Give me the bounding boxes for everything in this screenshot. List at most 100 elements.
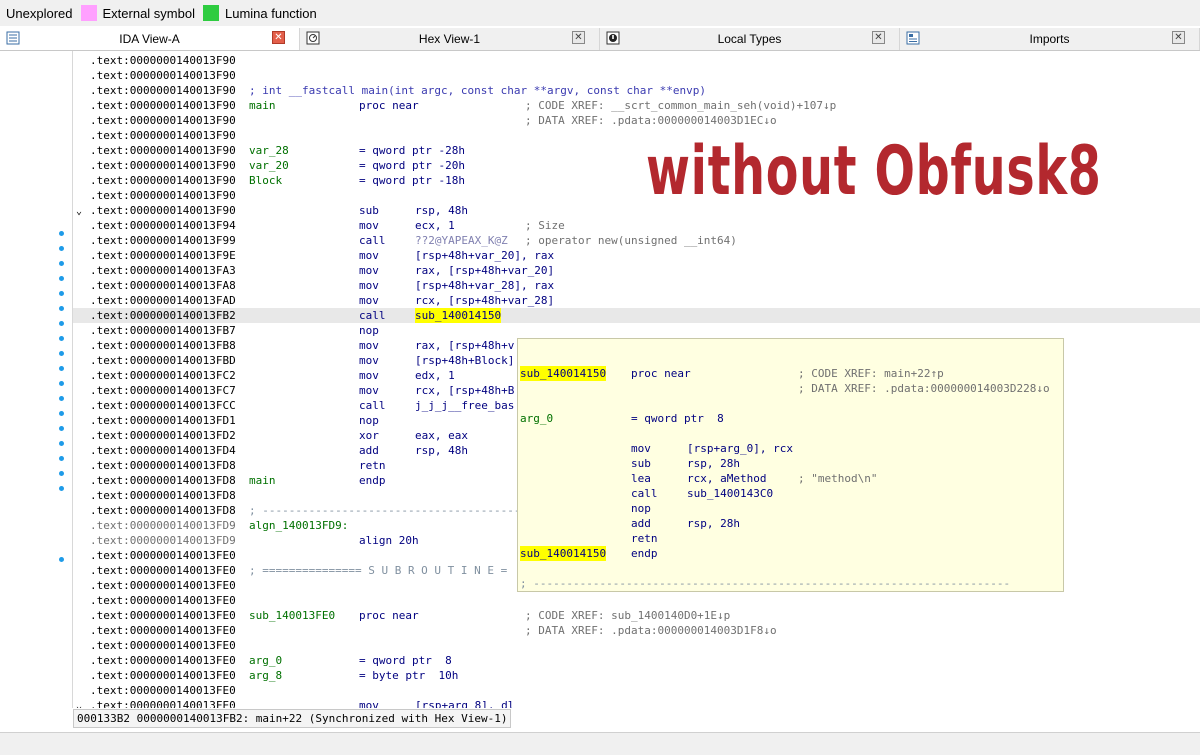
listing-line[interactable]: .text:0000000140013FE0 [73, 683, 1200, 698]
listing-line[interactable]: .text:0000000140013F9E mov [rsp+48h+var_20… [73, 248, 1200, 263]
line-mnemonic: = qword ptr 8 [359, 654, 452, 667]
line-mnemonic: mov [359, 384, 379, 397]
function-preview-popup: sub_140014150 proc near ; CODE XREF: main+… [517, 338, 1064, 592]
line-label: sub_140013FE0 [249, 609, 336, 622]
popup-xref-comment: ; "method\n" [798, 472, 878, 485]
listing-line[interactable]: .text:0000000140013F90 main proc near ; COD… [73, 98, 1200, 113]
line-operand: edx, 1 [415, 369, 455, 382]
listing-line[interactable]: .text:0000000140013FE0 ; DATA XREF: .pdat… [73, 623, 1200, 638]
line-mnemonic: sub [359, 204, 379, 217]
line-address: .text:0000000140013FB2 [90, 309, 236, 322]
listing-line[interactable]: .text:0000000140013FE0 [73, 593, 1200, 608]
popup-mnemonic: endp [631, 547, 658, 560]
line-mnemonic: mov [359, 369, 379, 382]
listing-line[interactable]: .text:0000000140013FA3 mov rax, [rsp+48h+v… [73, 263, 1200, 278]
popup-mnemonic: lea [631, 472, 651, 485]
line-address: .text:0000000140013F90 [90, 144, 236, 157]
line-address: .text:0000000140013FE0 [90, 549, 236, 562]
line-label: var_20 [249, 159, 289, 172]
listing-line[interactable]: .text:0000000140013F94 mov ecx, 1 ; Size [73, 218, 1200, 233]
tab-label: IDA View-A [119, 32, 180, 46]
line-address: .text:0000000140013FE0 [90, 579, 236, 592]
bottom-bar [0, 732, 1200, 755]
line-mnemonic: align 20h [359, 534, 419, 547]
listing-line[interactable]: .text:0000000140013F99 call ??2@YAPEAX_K@Z… [73, 233, 1200, 248]
flow-dot [59, 381, 64, 386]
listing-line[interactable]: .text:0000000140013FB7 nop [73, 323, 1200, 338]
line-address: .text:0000000140013FA8 [90, 279, 236, 292]
line-address: .text:0000000140013FE0 [90, 684, 236, 697]
collapse-chevron-icon[interactable]: ⌄ [76, 204, 82, 219]
listing-line[interactable]: .text:0000000140013F90 [73, 68, 1200, 83]
line-operand: j_j_j__free_bas [415, 399, 515, 412]
tab-local-types[interactable]: Local Types ✕ [600, 28, 900, 50]
popup-line: ; --------------------------------------… [518, 576, 1063, 591]
line-operand: eax, eax [415, 429, 468, 442]
legend-external-symbol-swatch [80, 5, 97, 21]
highlighted-symbol[interactable]: sub_140014150 [415, 308, 502, 323]
flow-dot [59, 411, 64, 416]
close-icon[interactable]: ✕ [1172, 31, 1185, 44]
line-address: .text:0000000140013FD1 [90, 414, 236, 427]
line-xref-comment: ; Size [525, 219, 565, 232]
listing-line[interactable]: .text:0000000140013F90 ; int __fastcall m… [73, 83, 1200, 98]
line-mnemonic: = qword ptr -20h [359, 159, 465, 172]
close-icon[interactable]: ✕ [572, 31, 585, 44]
line-label: var_28 [249, 144, 289, 157]
line-symbol[interactable]: ??2@YAPEAX_K@Z [415, 233, 508, 248]
line-address: .text:0000000140013FE0 [90, 639, 236, 652]
listing-line[interactable]: .text:0000000140013FE0 sub_140013FE0 proc … [73, 608, 1200, 623]
flow-dot [59, 396, 64, 401]
line-address: .text:0000000140013FD9 [90, 519, 236, 532]
popup-line: add rsp, 28h [518, 516, 1063, 531]
tab-hex-view-1[interactable]: Hex View-1 ✕ [300, 28, 600, 50]
line-mnemonic: = qword ptr -28h [359, 144, 465, 157]
tab-imports[interactable]: Imports ✕ [900, 28, 1200, 50]
popup-line: retn [518, 531, 1063, 546]
line-address: .text:0000000140013F9E [90, 249, 236, 262]
listing-line[interactable]: .text:0000000140013FE0 arg_0 = qword ptr 8 [73, 653, 1200, 668]
popup-line: lea rcx, aMethod ; "method\n" [518, 471, 1063, 486]
line-address: .text:0000000140013FD4 [90, 444, 236, 457]
flow-dot [59, 231, 64, 236]
listing-line[interactable]: ⌄ .text:0000000140013FE0 mov [rsp+arg_8], d… [73, 698, 1200, 708]
line-address: .text:0000000140013FD8 [90, 474, 236, 487]
listing-gutter[interactable] [0, 51, 73, 708]
legend-unexplored-label: Unexplored [6, 5, 73, 21]
listing-line[interactable]: .text:0000000140013F90 ; DATA XREF: .pdat… [73, 113, 1200, 128]
listing-line[interactable]: .text:0000000140013FB2 call sub_140014150 [73, 308, 1200, 323]
popup-mnemonic: sub [631, 457, 651, 470]
line-address: .text:0000000140013F90 [90, 114, 236, 127]
line-comment: ; int __fastcall main(int argc, const ch… [249, 84, 706, 97]
line-label: arg_0 [249, 654, 283, 667]
close-icon[interactable]: ✕ [872, 31, 885, 44]
close-icon[interactable]: ✕ [272, 31, 285, 44]
flow-dot [59, 306, 64, 311]
tab-bar: IDA View-A ✕ Hex View-1 ✕ Local Types ✕ … [0, 28, 1200, 51]
line-operand: rax, [rsp+48h+v [415, 339, 515, 352]
line-mnemonic: = qword ptr -18h [359, 174, 465, 187]
popup-line: arg_0 = qword ptr 8 [518, 411, 1063, 426]
tab-label: Local Types [717, 32, 782, 46]
flow-dot [59, 366, 64, 371]
listing-line[interactable]: .text:0000000140013FE0 arg_8 = byte ptr 10… [73, 668, 1200, 683]
line-address: .text:0000000140013FE0 [90, 669, 236, 682]
line-address: .text:0000000140013F90 [90, 129, 236, 142]
flow-dot [59, 486, 64, 491]
line-address: .text:0000000140013FD8 [90, 459, 236, 472]
line-address: .text:0000000140013F94 [90, 219, 236, 232]
tab-label: Imports [1029, 32, 1070, 46]
tab-ida-view-a[interactable]: IDA View-A ✕ [0, 28, 300, 50]
listing-line[interactable]: .text:0000000140013FE0 [73, 638, 1200, 653]
watermark-text: without Obfusk8 [646, 132, 1102, 211]
line-operand: rsp, 48h [415, 444, 468, 457]
line-address: .text:0000000140013FCC [90, 399, 236, 412]
listing-line[interactable]: .text:0000000140013F90 [73, 53, 1200, 68]
collapse-chevron-icon[interactable]: ⌄ [76, 699, 82, 708]
line-address: .text:0000000140013FE0 [90, 609, 236, 622]
listing-line[interactable]: .text:0000000140013FA8 mov [rsp+48h+var_28… [73, 278, 1200, 293]
listing-line[interactable]: .text:0000000140013FAD mov rcx, [rsp+48h+v… [73, 293, 1200, 308]
line-address: .text:0000000140013FE0 [90, 654, 236, 667]
popup-mnemonic: nop [631, 502, 651, 515]
line-address: .text:0000000140013F90 [90, 99, 236, 112]
